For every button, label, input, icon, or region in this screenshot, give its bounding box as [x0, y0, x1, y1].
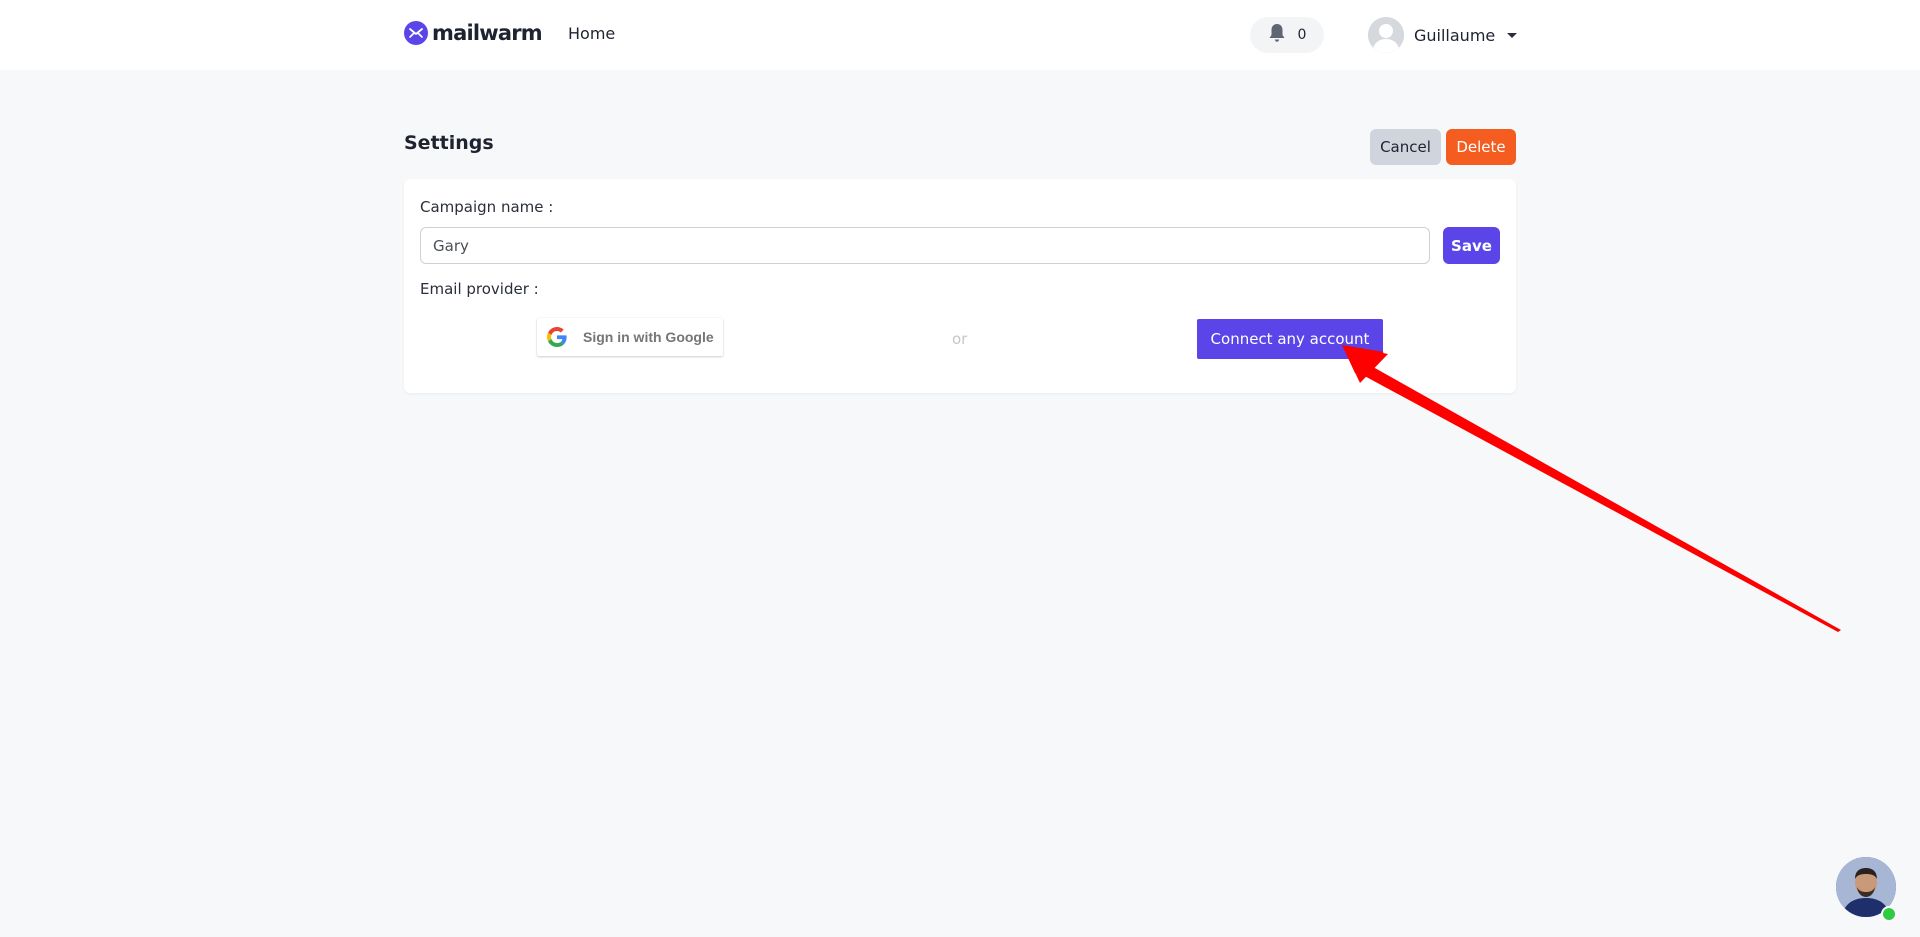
online-status-dot [1881, 906, 1897, 922]
campaign-name-label: Campaign name : [420, 198, 554, 216]
connect-any-account-button[interactable]: Connect any account [1197, 319, 1383, 359]
google-icon [547, 327, 567, 347]
nav-home-link[interactable]: Home [568, 24, 615, 43]
settings-card: Campaign name : Save Email provider : Si… [404, 179, 1516, 393]
brand-logo[interactable]: mailwarm [404, 21, 543, 45]
brand-name: mailwarm [432, 21, 543, 45]
google-signin-button[interactable]: Sign in with Google [537, 318, 723, 356]
delete-button[interactable]: Delete [1446, 129, 1516, 165]
cancel-button[interactable]: Cancel [1370, 129, 1441, 165]
mailwarm-logo-icon [404, 21, 428, 45]
or-separator: or [952, 330, 968, 348]
annotation-arrow [1342, 345, 1841, 632]
user-name: Guillaume [1414, 25, 1496, 45]
google-signin-label: Sign in with Google [583, 329, 714, 345]
user-menu[interactable]: Guillaume [1368, 17, 1518, 53]
save-button[interactable]: Save [1443, 227, 1500, 264]
top-navbar: mailwarm Home 0 Guillaume [0, 0, 1920, 70]
campaign-name-input[interactable] [420, 227, 1430, 264]
notification-count: 0 [1297, 27, 1307, 43]
chevron-down-icon [1507, 32, 1518, 38]
avatar [1368, 17, 1404, 53]
bell-icon [1268, 23, 1286, 47]
notifications-button[interactable]: 0 [1250, 17, 1324, 53]
annotation-arrow-shaft [1359, 363, 1841, 632]
email-provider-label: Email provider : [420, 280, 539, 298]
page-title: Settings [404, 132, 494, 154]
